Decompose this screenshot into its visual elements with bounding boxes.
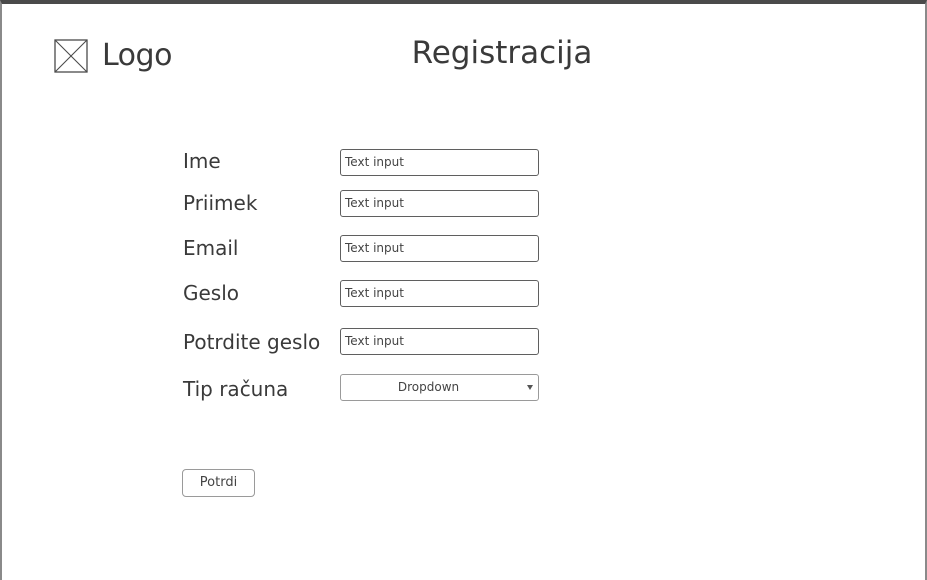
account-type-dropdown[interactable]: Dropdown — [340, 374, 539, 401]
submit-button[interactable]: Potrdi — [182, 469, 255, 497]
email-label: Email — [183, 236, 239, 260]
confirm-password-label: Potrdite geslo — [183, 330, 321, 354]
last-name-input[interactable]: Text input — [340, 190, 539, 217]
confirm-password-input[interactable]: Text input — [340, 328, 539, 355]
window-frame: Logo Registracija Ime Text input Priimek… — [0, 0, 927, 580]
password-input[interactable]: Text input — [340, 280, 539, 307]
account-type-label: Tip računa — [183, 377, 289, 401]
last-name-label: Priimek — [183, 191, 258, 215]
account-type-selected: Dropdown — [397, 380, 460, 394]
first-name-label: Ime — [183, 149, 221, 173]
password-label: Geslo — [183, 281, 240, 305]
email-input[interactable]: Text input — [340, 235, 539, 262]
image-placeholder-icon — [54, 39, 88, 73]
logo-text: Logo — [102, 38, 172, 73]
caret-down-icon — [527, 385, 533, 390]
first-name-input[interactable]: Text input — [340, 149, 539, 176]
page-title: Registracija — [411, 35, 593, 71]
